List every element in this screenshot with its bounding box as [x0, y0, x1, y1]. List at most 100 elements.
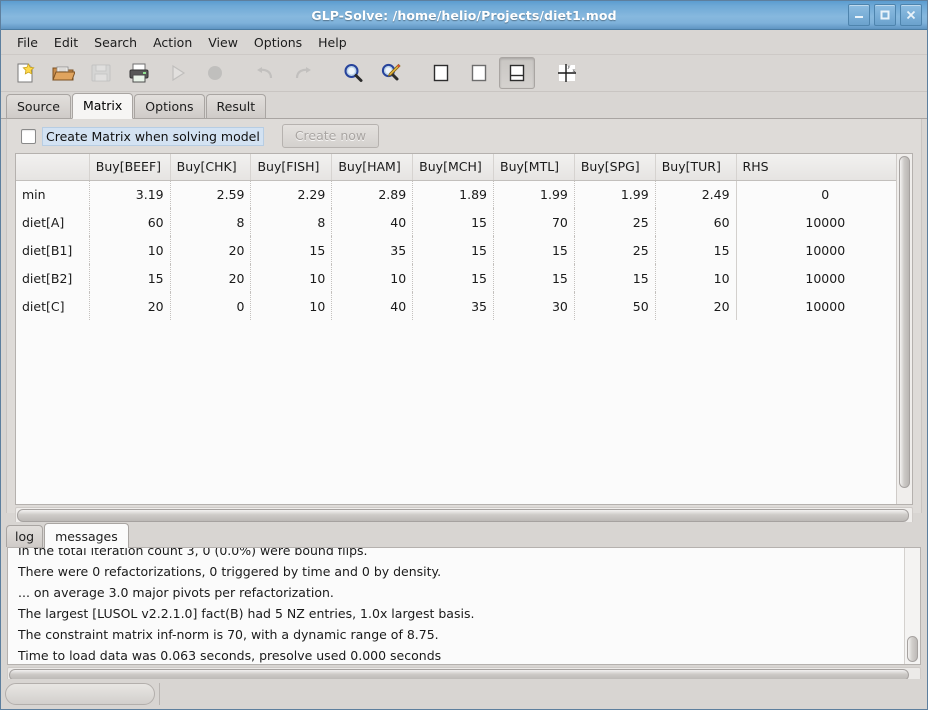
cell-value[interactable]: 20: [89, 292, 171, 320]
cell-value[interactable]: 10: [331, 264, 414, 292]
column-header-buy-beef[interactable]: Buy[BEEF]: [89, 154, 171, 181]
cell-value[interactable]: 40: [331, 292, 414, 320]
minimize-icon[interactable]: [848, 4, 870, 26]
toolbar: y x: [1, 55, 927, 92]
create-matrix-checkbox[interactable]: [21, 128, 36, 144]
cell-value[interactable]: 40: [331, 208, 414, 236]
cell-value[interactable]: 1.89: [412, 180, 495, 208]
tab-messages[interactable]: messages: [44, 523, 129, 548]
table-row[interactable]: diet[B2] 15 20 10 10 15 15 15 10 10000: [16, 264, 912, 292]
column-header-rowlabel[interactable]: [16, 154, 90, 181]
cell-value[interactable]: 20: [170, 264, 252, 292]
cell-value[interactable]: 50: [574, 292, 656, 320]
cell-value[interactable]: 2.59: [170, 180, 252, 208]
cell-value[interactable]: 35: [331, 236, 414, 264]
cell-value[interactable]: 1.99: [493, 180, 575, 208]
column-header-buy-mtl[interactable]: Buy[MTL]: [493, 154, 575, 181]
cell-value[interactable]: 15: [412, 264, 495, 292]
messages-vertical-scrollbar[interactable]: [904, 548, 920, 664]
tab-options[interactable]: Options: [134, 94, 205, 118]
cell-value[interactable]: 15: [412, 236, 495, 264]
cell-rhs[interactable]: 10000: [735, 264, 912, 292]
close-icon[interactable]: [900, 4, 922, 26]
matrix-panel: Create Matrix when solving model Create …: [6, 119, 922, 524]
messages-text[interactable]: In the total iteration count 3, 0 (0.0%)…: [8, 548, 920, 664]
cell-value[interactable]: 20: [655, 292, 737, 320]
cell-value[interactable]: 15: [655, 236, 737, 264]
column-header-buy-chk[interactable]: Buy[CHK]: [170, 154, 252, 181]
cell-value[interactable]: 20: [170, 236, 252, 264]
create-now-button[interactable]: Create now: [281, 124, 380, 148]
split-pane-view-icon[interactable]: [499, 57, 535, 89]
menu-edit[interactable]: Edit: [46, 33, 86, 52]
table-row[interactable]: diet[B1] 10 20 15 35 15 15 25 15 10000: [16, 236, 912, 264]
cell-value[interactable]: 35: [412, 292, 495, 320]
print-icon[interactable]: [121, 57, 157, 89]
cell-rhs[interactable]: 10000: [735, 236, 912, 264]
cell-value[interactable]: 2.49: [655, 180, 737, 208]
cell-value[interactable]: 10: [655, 264, 737, 292]
cell-value[interactable]: 15: [89, 264, 171, 292]
cell-value[interactable]: 10: [250, 292, 333, 320]
cell-value[interactable]: 60: [655, 208, 737, 236]
tab-source[interactable]: Source: [6, 94, 71, 118]
cell-rhs[interactable]: 10000: [735, 208, 912, 236]
cell-value[interactable]: 10: [89, 236, 171, 264]
cell-value[interactable]: 10: [250, 264, 333, 292]
create-matrix-checkbox-label[interactable]: Create Matrix when solving model: [42, 126, 264, 146]
new-document-icon[interactable]: [7, 57, 43, 89]
blank-pane-view-icon[interactable]: [461, 57, 497, 89]
run-play-icon: [159, 57, 195, 89]
messages-vertical-scrollbar-thumb[interactable]: [907, 636, 918, 662]
menu-help[interactable]: Help: [310, 33, 355, 52]
tab-log[interactable]: log: [6, 525, 44, 547]
table-row[interactable]: diet[A] 60 8 8 40 15 70 25 60 10000: [16, 208, 912, 236]
cell-value[interactable]: 25: [574, 208, 656, 236]
cell-value[interactable]: 0: [170, 292, 252, 320]
table-row[interactable]: diet[C] 20 0 10 40 35 30 50 20 10000: [16, 292, 912, 320]
tab-result[interactable]: Result: [205, 94, 267, 118]
search-replace-icon[interactable]: [373, 57, 409, 89]
menu-action[interactable]: Action: [145, 33, 200, 52]
maximize-icon[interactable]: [874, 4, 896, 26]
open-folder-icon[interactable]: [45, 57, 81, 89]
search-magnifier-icon[interactable]: [335, 57, 371, 89]
column-header-buy-mch[interactable]: Buy[MCH]: [412, 154, 495, 181]
cell-value[interactable]: 2.29: [250, 180, 333, 208]
cell-rhs[interactable]: 10000: [735, 292, 912, 320]
tab-matrix[interactable]: Matrix: [71, 93, 134, 119]
table-row[interactable]: min 3.19 2.59 2.29 2.89 1.89 1.99 1.99 2…: [16, 180, 912, 208]
menu-search[interactable]: Search: [86, 33, 145, 52]
column-header-rhs[interactable]: RHS: [735, 154, 912, 181]
cell-value[interactable]: 60: [89, 208, 171, 236]
cell-value[interactable]: 1.99: [574, 180, 656, 208]
cell-value[interactable]: 15: [493, 236, 575, 264]
cell-value[interactable]: 15: [493, 264, 575, 292]
menu-view[interactable]: View: [200, 33, 246, 52]
cell-value[interactable]: 25: [574, 236, 656, 264]
cell-rhs[interactable]: 0: [735, 180, 912, 208]
menu-options[interactable]: Options: [246, 33, 310, 52]
cell-value[interactable]: 30: [493, 292, 575, 320]
cell-value[interactable]: 8: [170, 208, 252, 236]
cell-value[interactable]: 8: [250, 208, 333, 236]
cell-value[interactable]: 15: [250, 236, 333, 264]
log-line: The largest [LUSOL v2.2.1.0] fact(B) had…: [18, 606, 475, 621]
matrix-vertical-scrollbar[interactable]: [896, 154, 912, 504]
graph-axes-icon[interactable]: y x: [549, 57, 585, 89]
cell-value[interactable]: 2.89: [331, 180, 414, 208]
column-header-buy-ham[interactable]: Buy[HAM]: [331, 154, 414, 181]
single-pane-view-icon[interactable]: [423, 57, 459, 89]
matrix-controls-row: Create Matrix when solving model Create …: [7, 119, 921, 153]
svg-text:y: y: [567, 64, 571, 70]
matrix-vertical-scrollbar-thumb[interactable]: [899, 156, 910, 488]
cell-value[interactable]: 15: [412, 208, 495, 236]
matrix-horizontal-scrollbar-thumb[interactable]: [17, 509, 909, 522]
cell-value[interactable]: 3.19: [89, 180, 171, 208]
column-header-buy-fish[interactable]: Buy[FISH]: [250, 154, 333, 181]
column-header-buy-spg[interactable]: Buy[SPG]: [574, 154, 656, 181]
menu-file[interactable]: File: [9, 33, 46, 52]
cell-value[interactable]: 70: [493, 208, 575, 236]
cell-value[interactable]: 15: [574, 264, 656, 292]
column-header-buy-tur[interactable]: Buy[TUR]: [655, 154, 737, 181]
